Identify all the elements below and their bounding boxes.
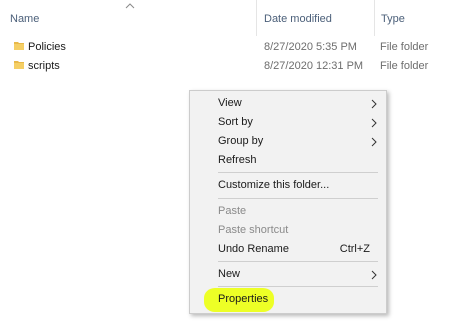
file-name: scripts: [28, 60, 60, 72]
menu-item-sort-by[interactable]: Sort by: [190, 113, 386, 132]
menu-item-group-by[interactable]: Group by: [190, 132, 386, 151]
file-date-modified: 8/27/2020 12:31 PM: [264, 60, 364, 72]
menu-separator: [218, 261, 378, 262]
file-date-modified: 8/27/2020 5:35 PM: [264, 41, 357, 53]
menu-item-label: Group by: [218, 135, 264, 147]
column-header-date-modified[interactable]: Date modified: [264, 13, 332, 25]
chevron-right-icon: [371, 270, 377, 280]
menu-item-customize-folder[interactable]: Customize this folder...: [190, 176, 386, 195]
folder-icon: [14, 42, 24, 50]
file-name: Policies: [28, 41, 66, 53]
file-row-policies[interactable]: Policies 8/27/2020 5:35 PM File folder: [0, 38, 474, 56]
keyboard-shortcut: Ctrl+Z: [339, 243, 370, 255]
menu-item-label: View: [218, 97, 242, 109]
context-menu: View Sort by Group by Refresh Customize …: [189, 90, 387, 314]
folder-icon: [14, 61, 24, 69]
menu-item-paste[interactable]: Paste: [190, 202, 386, 221]
column-divider[interactable]: [256, 0, 257, 36]
menu-item-view[interactable]: View: [190, 94, 386, 113]
chevron-right-icon: [371, 137, 377, 147]
menu-separator: [218, 172, 378, 173]
sort-ascending-icon[interactable]: [125, 2, 135, 10]
file-row-scripts[interactable]: scripts 8/27/2020 12:31 PM File folder: [0, 57, 474, 75]
menu-item-properties[interactable]: Properties: [190, 288, 386, 312]
menu-item-new[interactable]: New: [190, 265, 386, 284]
column-header-bar: Name Date modified Type: [0, 0, 474, 36]
menu-item-label: New: [218, 268, 241, 280]
menu-item-label: Undo Rename: [218, 243, 289, 255]
menu-item-label: Paste: [218, 205, 247, 217]
menu-item-label: Refresh: [218, 154, 257, 166]
menu-item-label: Paste shortcut: [218, 224, 289, 236]
column-header-name[interactable]: Name: [10, 13, 39, 25]
chevron-right-icon: [371, 118, 377, 128]
menu-separator: [218, 198, 378, 199]
file-type: File folder: [380, 60, 429, 72]
menu-item-undo-rename[interactable]: Undo Rename Ctrl+Z: [190, 240, 386, 259]
column-header-type[interactable]: Type: [381, 13, 405, 25]
chevron-right-icon: [371, 99, 377, 109]
menu-item-paste-shortcut[interactable]: Paste shortcut: [190, 221, 386, 240]
menu-item-refresh[interactable]: Refresh: [190, 151, 386, 170]
menu-item-label: Customize this folder...: [218, 179, 330, 191]
column-divider[interactable]: [374, 0, 375, 36]
menu-separator: [218, 286, 378, 287]
file-type: File folder: [380, 41, 429, 53]
menu-item-label: Sort by: [218, 116, 253, 128]
menu-item-label: Properties: [218, 293, 269, 305]
